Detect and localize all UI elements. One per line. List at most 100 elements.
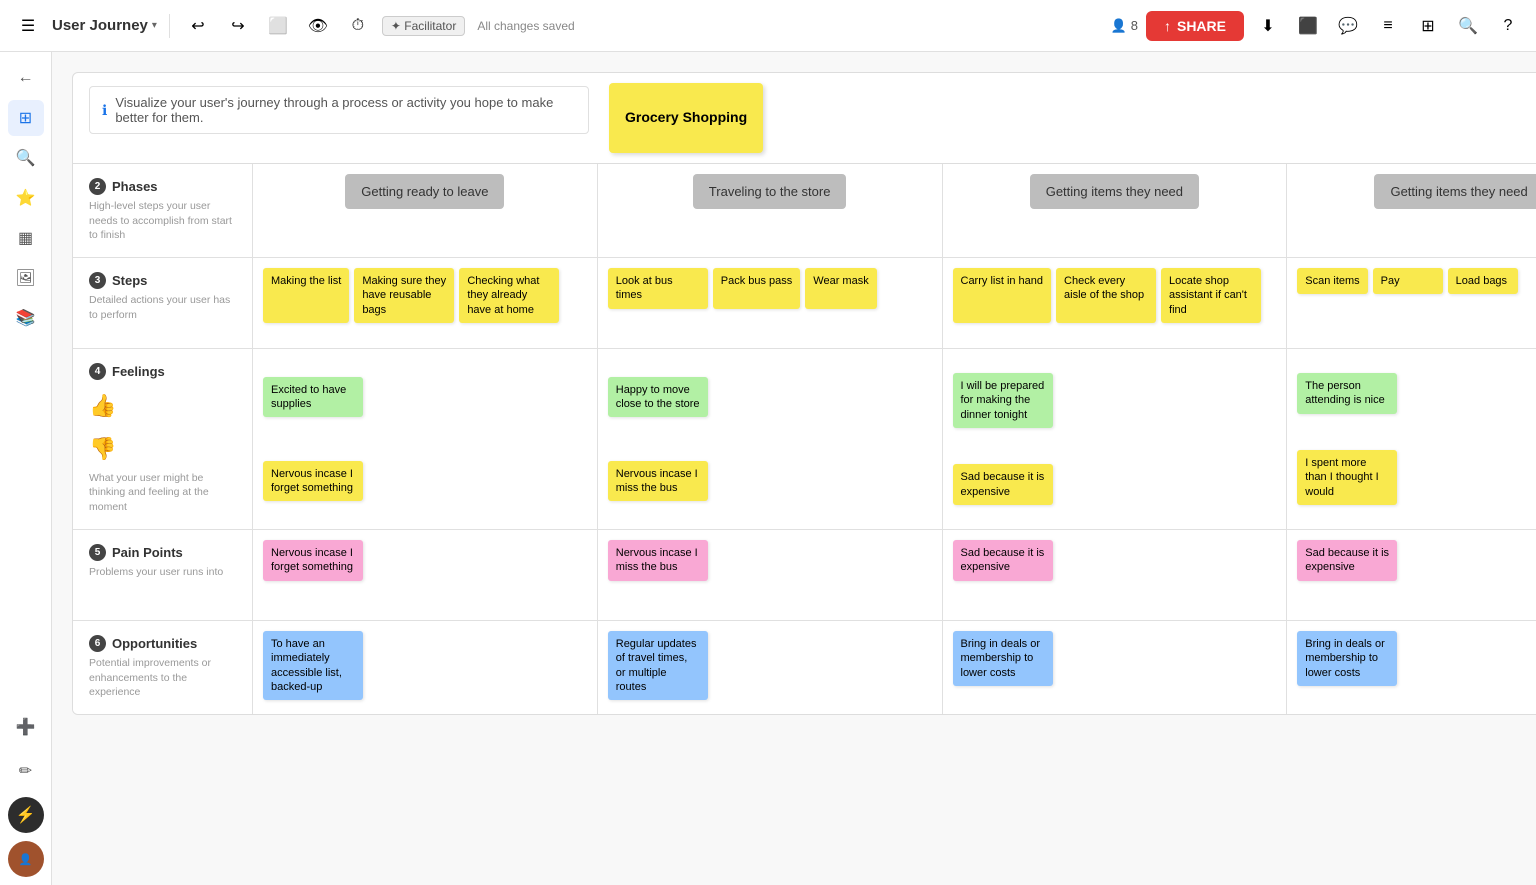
opp-cell-1: To have an immediately accessible list, … — [253, 621, 598, 714]
sidebar-item-favorites[interactable]: ⭐ — [8, 180, 44, 216]
sidebar-item-lightning[interactable]: ⚡ — [8, 797, 44, 833]
step-note-3-3[interactable]: Locate shop assistant if can't find — [1161, 268, 1261, 323]
opp-note-3[interactable]: Bring in deals or membership to lower co… — [953, 631, 1053, 686]
feeling-pos-4[interactable]: The person attending is nice — [1297, 373, 1397, 414]
sidebar-item-add[interactable]: ➕ — [8, 709, 44, 745]
reactions-button[interactable]: ≡ — [1372, 10, 1404, 42]
sidebar-item-apps[interactable]: ▦ — [8, 220, 44, 256]
info-text: Visualize your user's journey through a … — [115, 95, 576, 125]
phases-desc: High-level steps your user needs to acco… — [89, 199, 236, 243]
phase-cell-1: Getting ready to leave — [253, 164, 598, 257]
opp-note-1[interactable]: To have an immediately accessible list, … — [263, 631, 363, 700]
present-button[interactable]: ⬛ — [1292, 10, 1324, 42]
phase-box-1[interactable]: Getting ready to leave — [345, 174, 504, 209]
phase-box-3[interactable]: Getting items they need — [1030, 174, 1199, 209]
phase-box-4[interactable]: Getting items they need — [1374, 174, 1536, 209]
feeling-pos-3[interactable]: I will be prepared for making the dinner… — [953, 373, 1053, 428]
feelings-num-badge: 4 — [89, 363, 106, 380]
navbar: ☰ User Journey ▾ ↩ ↪ ⬜ 👁 ⏱ ✦ Facilitator… — [0, 0, 1536, 52]
sidebar-toggle[interactable]: ☰ — [12, 10, 44, 42]
pain-note-2[interactable]: Nervous incase I miss the bus — [608, 540, 708, 581]
sidebar-item-images[interactable]: 🖼 — [8, 260, 44, 296]
opp-cell-4: Bring in deals or membership to lower co… — [1287, 621, 1536, 714]
sidebar-item-avatar[interactable]: 👤 — [8, 841, 44, 877]
phase-num-badge: 2 — [89, 178, 106, 195]
steps-cell-1: Making the list Making sure they have re… — [253, 258, 598, 348]
title-area[interactable]: User Journey ▾ — [52, 17, 157, 34]
feeling-pos-2[interactable]: Happy to move close to the store — [608, 377, 708, 418]
feeling-neg-4[interactable]: I spent more than I thought I would — [1297, 450, 1397, 505]
steps-title: 3 Steps — [89, 272, 236, 289]
opp-num-badge: 6 — [89, 635, 106, 652]
steps-desc: Detailed actions your user has to perfor… — [89, 293, 236, 322]
step-note-4-1[interactable]: Scan items — [1297, 268, 1367, 294]
zoom-button[interactable]: 🔍 — [1452, 10, 1484, 42]
comment-button[interactable]: 💬 — [1332, 10, 1364, 42]
pain-note-1[interactable]: Nervous incase I forget something — [263, 540, 363, 581]
feelings-row: 4 Feelings 👍 👎 What your user might be t… — [73, 349, 1536, 530]
facilitator-badge[interactable]: ✦ Facilitator — [382, 16, 465, 36]
step-note-3-2[interactable]: Check every aisle of the shop — [1056, 268, 1156, 323]
feeling-neg-2[interactable]: Nervous incase I miss the bus — [608, 461, 708, 502]
step-note-1-1[interactable]: Making the list — [263, 268, 349, 323]
feelings-cell-1: Excited to have supplies Nervous incase … — [253, 349, 598, 529]
feelings-cell-3: I will be prepared for making the dinner… — [943, 349, 1288, 529]
pain-num-badge: 5 — [89, 544, 106, 561]
feelings-heading: Feelings — [112, 364, 165, 379]
pain-note-3[interactable]: Sad because it is expensive — [953, 540, 1053, 581]
step-note-1-2[interactable]: Making sure they have reusable bags — [354, 268, 454, 323]
phases-label: 2 Phases High-level steps your user need… — [73, 164, 253, 257]
phase-box-2[interactable]: Traveling to the store — [693, 174, 847, 209]
feeling-pos-1[interactable]: Excited to have supplies — [263, 377, 363, 418]
phase-label-1: Getting ready to leave — [361, 184, 488, 199]
users-badge: 👤 8 — [1111, 18, 1138, 34]
canvas-inner: ℹ Visualize your user's journey through … — [52, 52, 1536, 755]
pain-note-4[interactable]: Sad because it is expensive — [1297, 540, 1397, 581]
table-button[interactable]: ⊞ — [1412, 10, 1444, 42]
sidebar-item-boards[interactable]: ⊞ — [8, 100, 44, 136]
undo-button[interactable]: ↩ — [182, 10, 214, 42]
sidebar: ← ⊞ 🔍 ⭐ ▦ 🖼 📚 ➕ ✏ ⚡ 👤 — [0, 52, 52, 885]
facilitator-label: ✦ Facilitator — [391, 19, 456, 33]
info-banner: ℹ Visualize your user's journey through … — [89, 86, 589, 134]
download-button[interactable]: ⬇ — [1252, 10, 1284, 42]
chevron-down-icon: ▾ — [152, 20, 157, 31]
steps-row: 3 Steps Detailed actions your user has t… — [73, 258, 1536, 349]
step-note-2-1[interactable]: Look at bus times — [608, 268, 708, 309]
step-note-2-2[interactable]: Pack bus pass — [713, 268, 801, 309]
journey-title: Grocery Shopping — [625, 108, 747, 128]
phase-label-2: Traveling to the store — [709, 184, 831, 199]
pain-title: 5 Pain Points — [89, 544, 236, 561]
step-note-2-3[interactable]: Wear mask — [805, 268, 876, 309]
user-icon: 👤 — [1111, 18, 1127, 34]
step-note-4-2[interactable]: Pay — [1373, 268, 1443, 294]
feeling-neg-3[interactable]: Sad because it is expensive — [953, 464, 1053, 505]
help-button[interactable]: ? — [1492, 10, 1524, 42]
journey-board: 2 Phases High-level steps your user need… — [72, 164, 1536, 715]
redo-button[interactable]: ↪ — [222, 10, 254, 42]
sidebar-bottom: ➕ ✏ ⚡ 👤 — [8, 709, 44, 877]
steps-heading: Steps — [112, 273, 147, 288]
nav-right: 👤 8 ↑ SHARE ⬇ ⬛ 💬 ≡ ⊞ 🔍 ? — [1111, 10, 1524, 42]
view-button[interactable]: 👁 — [302, 10, 334, 42]
share-button[interactable]: ↑ SHARE — [1146, 11, 1244, 41]
opp-note-2[interactable]: Regular updates of travel times, or mult… — [608, 631, 708, 700]
timer-button[interactable]: ⏱ — [342, 10, 374, 42]
sidebar-item-pen[interactable]: ✏ — [8, 753, 44, 789]
opp-title: 6 Opportunities — [89, 635, 236, 652]
opp-note-4[interactable]: Bring in deals or membership to lower co… — [1297, 631, 1397, 686]
step-note-1-3[interactable]: Checking what they already have at home — [459, 268, 559, 323]
phases-title: 2 Phases — [89, 178, 236, 195]
frame-button[interactable]: ⬜ — [262, 10, 294, 42]
feelings-title: 4 Feelings — [89, 363, 236, 380]
feelings-cells: Excited to have supplies Nervous incase … — [253, 349, 1536, 529]
sidebar-item-search[interactable]: 🔍 — [8, 140, 44, 176]
phase-cell-2: Traveling to the store — [598, 164, 943, 257]
feeling-neg-1[interactable]: Nervous incase I forget something — [263, 461, 363, 502]
sidebar-item-library[interactable]: 📚 — [8, 300, 44, 336]
feelings-desc: What your user might be thinking and fee… — [89, 471, 236, 515]
step-note-4-3[interactable]: Load bags — [1448, 268, 1518, 294]
step-note-3-1[interactable]: Carry list in hand — [953, 268, 1052, 323]
sidebar-item-home[interactable]: ← — [8, 60, 44, 96]
journey-title-note[interactable]: Grocery Shopping — [609, 83, 763, 153]
